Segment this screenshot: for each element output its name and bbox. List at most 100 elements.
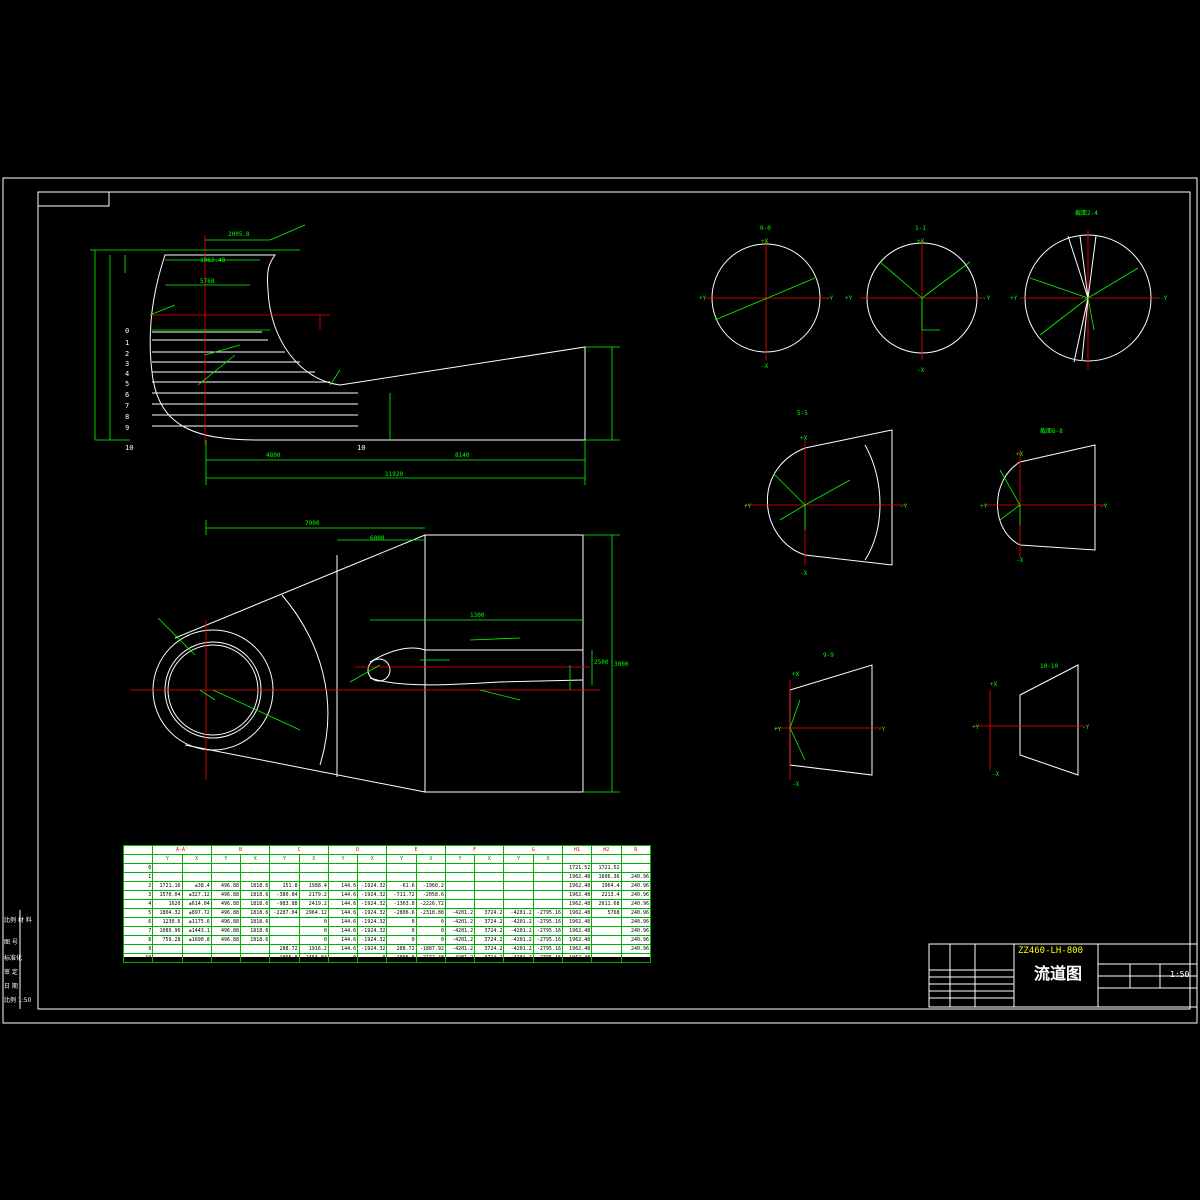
table-cell (181, 872, 212, 882)
table-cell: 240.96 (620, 881, 652, 891)
coordinate-table: A-A' B C D E F G H1 H2 R Y X Y X Y X Y X Y X Y X Y X 0 1721.52 172… (122, 845, 652, 963)
axis-label-plus-x: +X (990, 681, 998, 688)
table-cell (327, 863, 359, 873)
table-cell: -1924.32 (357, 890, 388, 900)
drawing-title: 流道图 (1034, 964, 1083, 983)
axis-label-plus-x: +X (1016, 451, 1024, 458)
table-cell (357, 863, 388, 873)
table-cell (474, 872, 505, 882)
table-cell: -4201.2 (503, 953, 534, 963)
table-cell: 1818.6 (240, 917, 271, 927)
table-cell: 3724.2 (474, 944, 505, 954)
table-cell: -4201.2 (503, 944, 534, 954)
table-cell: 1818.6 (240, 890, 271, 900)
table-cell: 10 (122, 953, 154, 963)
table-cell: -4201.2 (444, 953, 476, 963)
table-cell: -711.72 (386, 890, 417, 900)
table-cell (152, 863, 183, 873)
table-cell (152, 872, 183, 882)
table-cell: -380.84 (269, 890, 300, 900)
table-cell: 496.88 (210, 890, 242, 900)
table-cell (210, 863, 242, 873)
section-label: 9-9 (823, 652, 834, 659)
table-cell (415, 872, 446, 882)
table-cell: 496.88 (210, 881, 242, 891)
side-label: 图 号 (4, 939, 18, 946)
table-cell: -1887.92 (415, 944, 446, 954)
table-row: 7 1089.96 ±1443.1 496.88 1818.6 0 144.6 -1924.3… (122, 926, 652, 936)
table-sub-header: Y (269, 854, 300, 864)
section-number: 8 (125, 413, 129, 421)
table-cell: -1960.2 (415, 881, 446, 891)
table-cell: -1924.32 (357, 908, 388, 918)
table-row: 9 288.72 1916.2 144.6 -1924.32 288.72 -1887.92… (122, 944, 652, 954)
table-cell: 3724.2 (474, 926, 505, 936)
dimension-text: 7900 (305, 520, 320, 527)
table-sub-header: Y (444, 854, 476, 864)
table-cell: 0 (415, 917, 446, 927)
table-cell: 3 (122, 890, 154, 900)
table-cell: -4201.2 (503, 908, 534, 918)
table-cell: 3724.2 (474, 935, 505, 945)
table-cell: 1818.6 (240, 899, 271, 909)
table-cell: 144.6 (327, 917, 359, 927)
table-cell: -2806.6 (386, 908, 417, 918)
table-cell (532, 899, 563, 909)
table-cell: -2795.16 (532, 926, 563, 936)
table-sub-header: X (298, 854, 329, 864)
section-number: 5 (125, 380, 129, 388)
table-cell (444, 863, 476, 873)
section-label: 0-0 (760, 225, 771, 232)
axis-label-plus-x: +X (800, 435, 808, 442)
axis-label-plus-x: +X (917, 238, 925, 245)
axis-label-minus-y: -Y (878, 726, 886, 733)
table-cell: 1962.48 (561, 890, 593, 900)
table-cell (591, 944, 622, 954)
table-cell: 1721.52 (591, 863, 622, 873)
table-cell: ±1175.6 (181, 917, 212, 927)
table-cell: -1924.32 (357, 944, 388, 954)
axis-labels: +X -X +Y -Y +X -X +Y -Y +Y -Y +X -X +Y -… (699, 238, 1168, 788)
table-cell: 3724.2 (474, 953, 505, 963)
table-group-header: A-A' (152, 845, 212, 855)
table-cell: 496.88 (210, 899, 242, 909)
axis-label-minus-x: -X (992, 771, 1000, 778)
table-cell (474, 863, 505, 873)
table-cell: 1964.4 (591, 881, 622, 891)
table-cell: 1962.48 (561, 899, 593, 909)
table-row: 0 1721.52 1721.52 (122, 863, 652, 873)
table-cell (474, 881, 505, 891)
table-sub-header (620, 854, 652, 864)
table-cell (444, 881, 476, 891)
table-cell: 0 (357, 953, 388, 963)
table-cell: -2795.16 (532, 935, 563, 945)
table-cell: -1924.32 (357, 935, 388, 945)
table-cell (181, 944, 212, 954)
table-cell: 1804.32 (152, 908, 183, 918)
dimension-text: 5768 (200, 278, 215, 285)
table-cell (503, 890, 534, 900)
table-cell (444, 890, 476, 900)
table-sub-header: X (415, 854, 446, 864)
table-cell: 496.88 (210, 917, 242, 927)
table-cell: 1962.48 (561, 935, 593, 945)
axis-label-plus-y: +Y (980, 503, 988, 510)
table-cell: ±614.04 (181, 899, 212, 909)
table-cell (298, 863, 329, 873)
table-cell: -2795.16 (532, 944, 563, 954)
table-cell: 2179.2 (298, 890, 329, 900)
drawing-scale: 1:50 (1170, 970, 1190, 979)
table-cell (503, 863, 534, 873)
table-cell (298, 872, 329, 882)
table-cell (532, 872, 563, 882)
table-cell (532, 890, 563, 900)
axis-label-minus-y: -Y (983, 295, 991, 302)
table-cell: 240.96 (620, 944, 652, 954)
axis-label-minus-y: -Y (1160, 295, 1168, 302)
table-cell: 4 (122, 899, 154, 909)
axis-label-minus-x: -X (761, 363, 769, 370)
table-cell: -4201.2 (444, 917, 476, 927)
table-cell (269, 926, 300, 936)
table-cell: 1 (122, 872, 154, 882)
dimension-text: 3000 (614, 661, 629, 668)
